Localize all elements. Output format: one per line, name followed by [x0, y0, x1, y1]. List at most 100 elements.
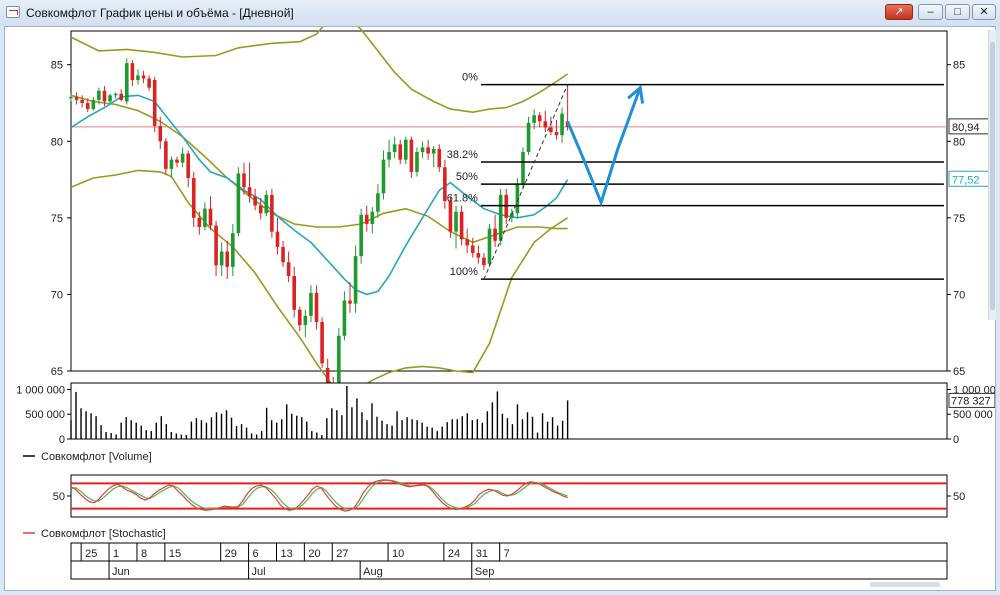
day-tick-label: 25 — [85, 548, 97, 560]
candle-body — [526, 122, 531, 152]
month-tick-label: Aug — [363, 566, 383, 578]
day-tick-label: 29 — [225, 548, 237, 560]
candle-body — [169, 159, 174, 169]
candle-body — [270, 194, 274, 232]
day-tick-label: 15 — [169, 548, 181, 560]
chart-app-icon — [6, 6, 20, 18]
candle-body — [253, 196, 257, 206]
maximize-button[interactable]: □ — [945, 4, 970, 20]
candle-body — [325, 367, 330, 384]
vertical-scrollbar[interactable] — [988, 30, 996, 320]
chart-pin-icon[interactable]: ↗ — [885, 4, 913, 20]
volume-left-tick-label: 500 000 — [25, 409, 65, 421]
candle-body — [465, 239, 469, 246]
candle-body — [236, 173, 241, 234]
candle-body — [108, 95, 112, 102]
candle-body — [437, 148, 442, 168]
window-title: Совкомфлот График цены и объёма - [Дневн… — [26, 6, 294, 20]
volume-right-tick-label: 0 — [953, 434, 959, 446]
candle-body — [409, 139, 414, 172]
candle-body — [560, 113, 564, 136]
candle-body — [281, 246, 285, 263]
candle-body — [208, 208, 213, 226]
day-tick-label: 13 — [280, 548, 292, 560]
month-tick-label: Jul — [252, 566, 266, 578]
candle-body — [404, 139, 408, 160]
candle-body — [225, 251, 230, 267]
candle-body — [537, 115, 542, 122]
candle-body — [297, 309, 302, 326]
day-tick-label: 27 — [336, 548, 348, 560]
candle-body — [381, 159, 386, 194]
fibonacci-level-label: 61.8% — [447, 193, 478, 205]
candle-body — [370, 211, 375, 224]
day-tick-label: 1 — [113, 548, 119, 560]
price-left-tick-label: 85 — [51, 60, 63, 72]
candle-body — [247, 187, 252, 197]
day-tick-label: 7 — [504, 548, 510, 560]
chart-canvas[interactable]: 65 6570 7075 7580 8085 850%38.2%50%61.8%100%8… — [5, 27, 995, 590]
fibonacci-level-label: 38.2% — [447, 149, 478, 161]
candle-body — [448, 201, 453, 232]
title-bar[interactable]: Совкомфлот График цены и объёма - [Дневн… — [0, 0, 1000, 26]
price-left-tick-label: 80 — [51, 136, 63, 148]
candle-body — [203, 208, 207, 228]
candle-body — [258, 205, 263, 214]
candle-body — [180, 153, 185, 163]
day-tick-label: 8 — [141, 548, 147, 560]
candle-body — [532, 115, 536, 123]
candle-body — [454, 211, 458, 232]
day-tick-label: 31 — [476, 548, 488, 560]
candle-body — [141, 75, 146, 79]
candle-body — [314, 292, 319, 322]
candle-body — [387, 151, 391, 160]
candle-body — [242, 173, 246, 188]
current-price-value: 80,94 — [952, 122, 980, 134]
chart-area[interactable]: 65 65 70 70 75 75 80 80 85 85 0% 38.2% 50% 61.8% 100% 8… — [4, 26, 996, 591]
candle-body — [521, 151, 525, 185]
price-right-tick-label: 80 — [953, 136, 965, 148]
fibonacci-level-label: 100% — [450, 266, 478, 278]
candle-body — [219, 251, 224, 266]
price-right-tick-label: 75 — [953, 213, 965, 225]
candle-body — [487, 228, 492, 264]
horizontal-scrollbar[interactable] — [870, 582, 940, 587]
candle-body — [359, 214, 363, 257]
price-left-tick-label: 65 — [51, 366, 63, 378]
candle-body — [309, 292, 313, 316]
candle-body — [549, 127, 553, 133]
candle-body — [191, 178, 196, 218]
close-button[interactable]: ✕ — [972, 4, 996, 20]
candle-body — [470, 245, 475, 254]
candle-body — [415, 151, 419, 172]
candle-body — [348, 300, 352, 304]
candle-body — [376, 193, 380, 212]
candle-body — [364, 214, 369, 224]
fibonacci-level-label: 0% — [462, 72, 478, 84]
candle-body — [398, 144, 403, 160]
volume-legend-label: Совкомфлот [Volume] — [41, 451, 152, 463]
candle-body — [320, 321, 324, 364]
stochastic-left-tick-label: 50 — [53, 491, 65, 503]
candle-body — [353, 256, 358, 304]
stochastic-legend-label: Совкомфлот [Stochastic] — [41, 528, 166, 540]
price-right-tick-label: 65 — [953, 366, 965, 378]
day-tick-label: 6 — [253, 548, 259, 560]
candle-body — [91, 99, 96, 110]
candle-body — [74, 96, 79, 100]
candle-body — [186, 153, 190, 179]
candle-body — [504, 194, 509, 218]
candle-body — [392, 144, 397, 152]
volume-pane-frame — [70, 382, 948, 440]
minimize-button[interactable]: – — [918, 4, 943, 20]
candle-body — [482, 257, 486, 266]
scrollbar-thumb[interactable] — [990, 42, 995, 310]
candle-body — [554, 132, 559, 136]
volume-left-tick-label: 1 000 000 — [16, 384, 65, 396]
candle-body — [476, 253, 481, 258]
day-tick-label: 24 — [448, 548, 460, 560]
candle-body — [69, 96, 73, 99]
volume-left-tick-label: 0 — [59, 434, 65, 446]
candle-body — [125, 63, 129, 102]
candle-body — [264, 194, 269, 214]
